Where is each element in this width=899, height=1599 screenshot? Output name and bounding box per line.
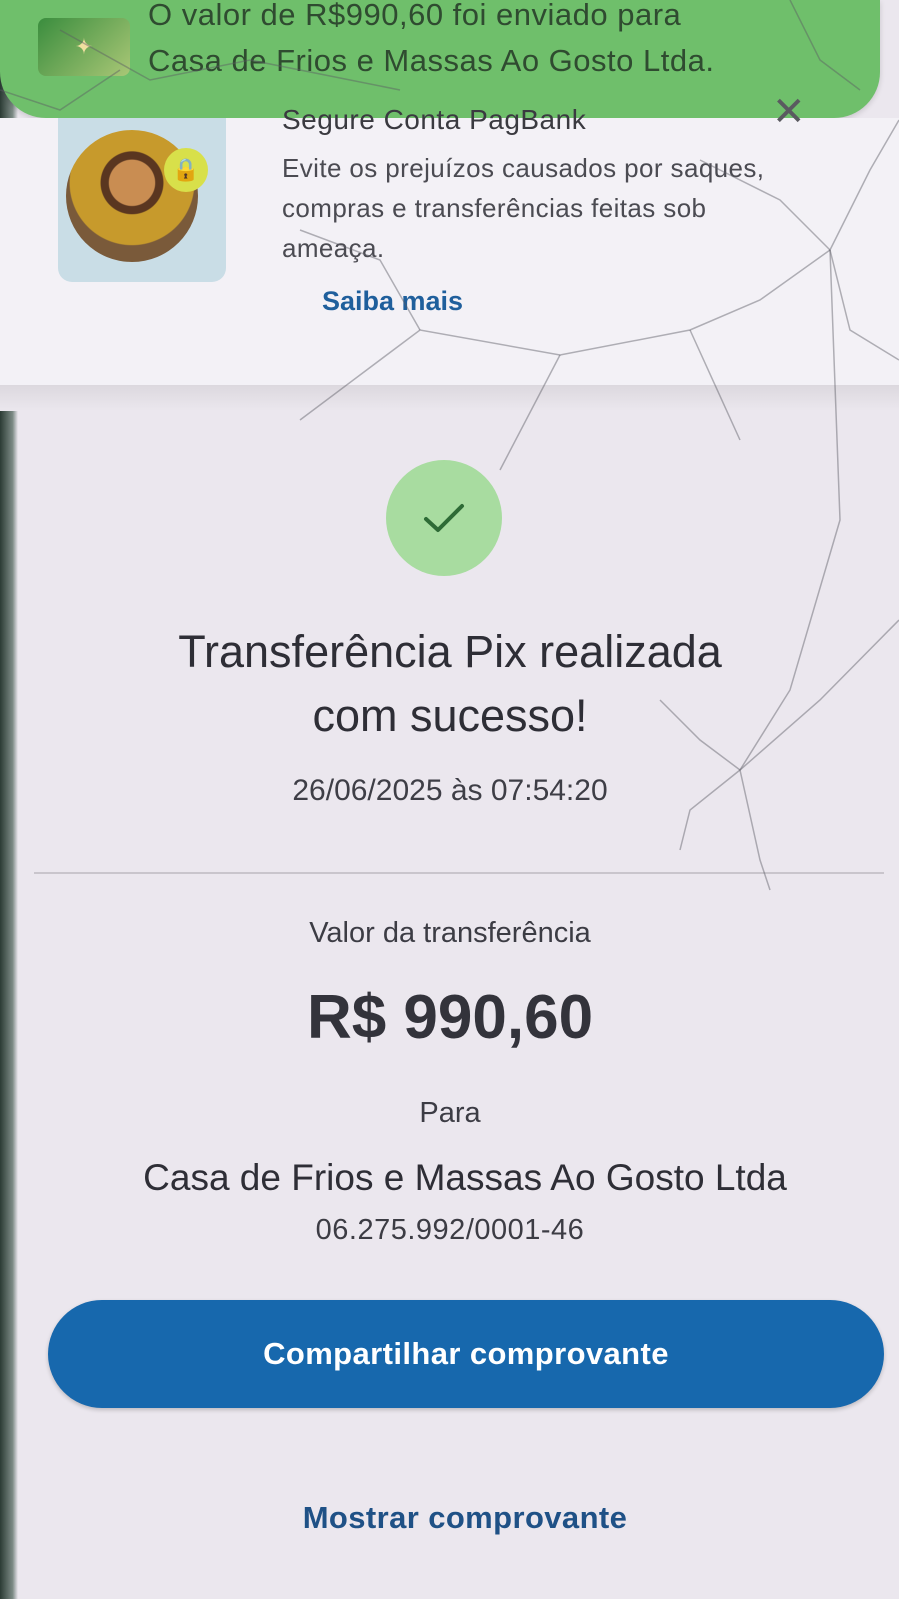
check-icon: [386, 460, 502, 576]
share-receipt-button[interactable]: Compartilhar comprovante: [48, 1300, 884, 1408]
transfer-notification[interactable]: ✦ O valor de R$990,60 foi enviado para C…: [0, 0, 880, 118]
success-headline: Transferência Pix realizada com sucesso!: [40, 620, 860, 748]
security-promo-card: 🔒 Segure Conta PagBank ✕ Evite os prejuí…: [0, 92, 899, 408]
recipient-label: Para: [419, 1097, 481, 1129]
recipient-document: 06.275.992/0001-46: [315, 1214, 585, 1246]
amount-label: Valor da transferência: [309, 917, 591, 949]
notification-line-1: O valor de R$990,60 foi enviado para: [148, 0, 682, 32]
learn-more-link[interactable]: Saiba mais: [322, 286, 463, 317]
transfer-amount: R$ 990,60: [306, 983, 594, 1052]
notification-text: O valor de R$990,60 foi enviado para Cas…: [148, 0, 848, 84]
notification-line-2: Casa de Frios e Massas Ao Gosto Ltda.: [148, 43, 715, 78]
transfer-timestamp: 26/06/2025 às 07:54:20: [292, 774, 608, 807]
headline-line-1: Transferência Pix realizada: [178, 626, 722, 677]
card-divider: [0, 385, 899, 411]
app-icon: ✦: [38, 18, 130, 76]
promo-image: 🔒: [58, 118, 226, 282]
recipient-name: Casa de Frios e Massas Ao Gosto Ltda: [143, 1157, 787, 1198]
close-icon[interactable]: ✕: [772, 92, 806, 132]
promo-title: Segure Conta PagBank: [282, 104, 587, 135]
lock-icon: 🔒: [164, 148, 208, 192]
show-receipt-link[interactable]: Mostrar comprovante: [40, 1500, 890, 1536]
promo-description: Evite os prejuízos causados por saques, …: [282, 153, 765, 263]
section-divider: [34, 872, 884, 874]
headline-line-2: com sucesso!: [312, 690, 588, 741]
